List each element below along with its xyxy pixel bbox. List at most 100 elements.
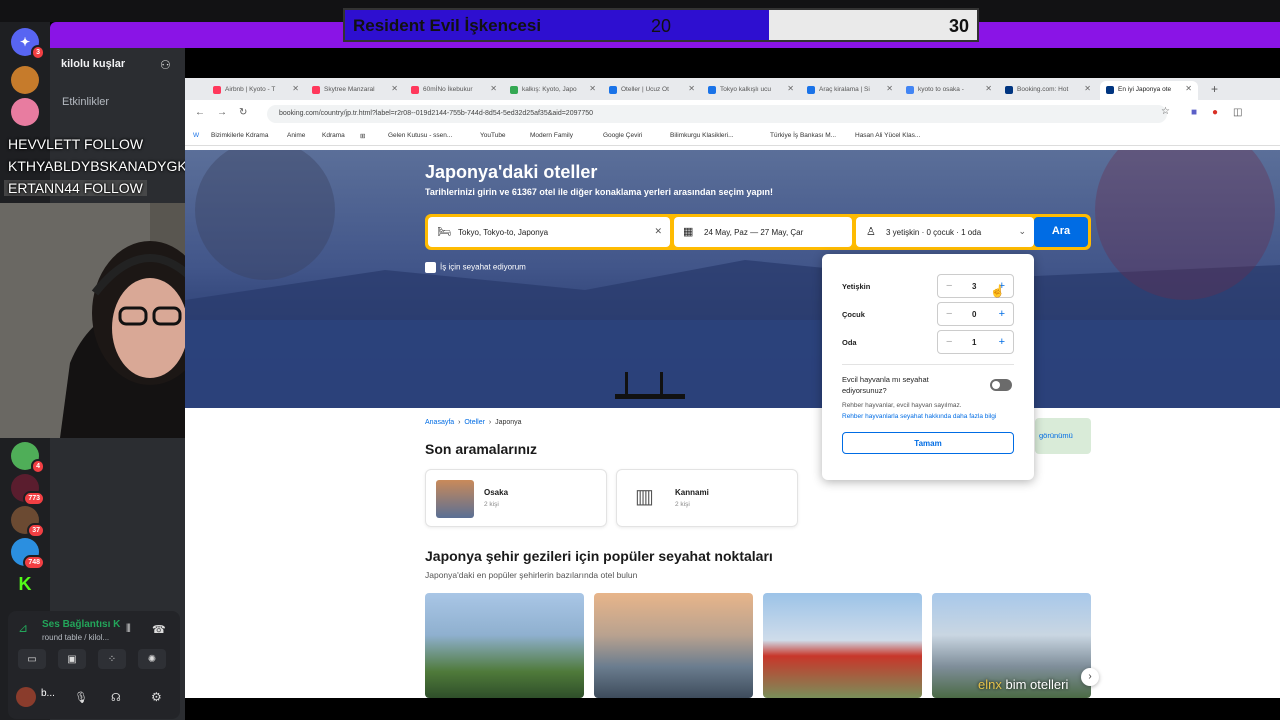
extensions-puzzle-icon[interactable]: ◫ [1233,107,1242,118]
destination-card[interactable] [594,593,753,698]
voice-channel-name[interactable]: round table / kilol... [42,633,109,642]
map-view-button[interactable]: görünümü [1035,418,1091,454]
bookmark-item[interactable]: Google Çeviri [603,132,642,139]
close-tab-icon[interactable]: ✕ [886,84,893,93]
done-button[interactable]: Tamam [842,432,1014,454]
bookmark-item[interactable]: Türkiye İş Bankası M... [770,132,836,139]
destination-field[interactable]: 🛏 Tokyo, Tokyo-to, Japonya ✕ [428,217,670,247]
tab-title: kyoto to osaka - [918,86,964,93]
kick-icon[interactable]: K [11,570,39,598]
recent-people: 2 kişi [675,501,690,508]
occupancy-field[interactable]: ♙ 3 yetişkin · 0 çocuk · 1 oda ⌄ [856,217,1034,247]
decrement-button[interactable]: − [946,280,952,292]
browser-tab[interactable]: Oteller | Ucuz Ot ✕ [603,81,701,100]
pet-toggle[interactable] [990,379,1012,391]
destination-value: Tokyo, Tokyo-to, Japonya [458,228,549,237]
tab-favicon [609,86,617,94]
recent-people: 2 kişi [484,501,499,508]
search-button[interactable]: Ara [1034,217,1088,247]
apps-grid-icon[interactable]: ⊞ [360,132,365,140]
recent-search-card[interactable]: Osaka 2 kişi [425,469,607,527]
microphone-icon[interactable]: 🎙 [74,691,88,704]
noise-icon[interactable]: ⦀ [126,623,131,636]
new-tab-icon[interactable]: + [1211,82,1218,96]
user-name[interactable]: b... [41,688,55,699]
server-icon[interactable]: 37 [11,506,45,538]
url-input[interactable]: booking.com/country/jp.tr.html?label=r2r… [267,105,1167,123]
bookmark-item[interactable]: Bilimkurgu Klasikleri... [670,132,734,139]
close-tab-icon[interactable]: ✕ [589,84,596,93]
pet-info-link[interactable]: Rehber hayvanlarla seyahat hakkında daha… [842,413,996,420]
disconnect-icon[interactable]: ☎ [152,623,166,636]
back-icon[interactable]: ← [195,107,205,118]
browser-tab-active[interactable]: En iyi Japonya ote ✕ [1100,81,1198,100]
server-icon[interactable]: 748 [11,538,45,570]
extension-icon[interactable]: ● [1212,107,1218,118]
bookmark-item[interactable]: Hasan Ali Yücel Klas... [855,132,920,139]
close-tab-icon[interactable]: ✕ [787,84,794,93]
follow-alert: HEVVLETT FOLLOW [8,136,144,152]
checkbox-icon[interactable] [425,262,436,273]
destination-card[interactable] [763,593,922,698]
clear-icon[interactable]: ✕ [654,226,662,237]
server-name[interactable]: kilolu kuşlar [61,58,125,70]
recent-city: Osaka [484,488,509,497]
discord-home-icon[interactable]: ✦ 3 [11,28,45,60]
bookmark-item[interactable]: Gelen Kutusu - ssen... [388,132,452,139]
browser-tab[interactable]: kyoto to osaka - ✕ [900,81,998,100]
tab-strip: Airbnb | Kyoto - T ✕ Skytree Manzaral ✕ 60… [185,78,1280,100]
browser-tab[interactable]: Araç kiralama | Si ✕ [801,81,899,100]
browser-tab[interactable]: 60mİNo İkebukur ✕ [405,81,503,100]
bookmark-icon[interactable]: W [193,132,199,139]
activities-button[interactable]: ⁘ [98,649,126,669]
business-trip-checkbox[interactable]: İş için seyahat ediyorum [425,262,526,273]
unread-badge: 37 [27,523,45,538]
close-tab-icon[interactable]: ✕ [490,84,497,93]
camera-off-button[interactable]: ▭ [18,649,46,669]
decrement-button[interactable]: − [946,336,952,348]
headphones-icon[interactable]: ☊ [111,691,121,704]
close-tab-icon[interactable]: ✕ [985,84,992,93]
browser-tab[interactable]: Booking.com: Hot ✕ [999,81,1097,100]
close-tab-icon[interactable]: ✕ [292,84,299,93]
carousel-next-icon[interactable]: › [1081,668,1099,686]
increment-button[interactable]: + [999,336,1005,348]
browser-tab[interactable]: Airbnb | Kyoto - T ✕ [207,81,305,100]
settings-gear-icon[interactable]: ⚙ [151,690,162,704]
bookmark-item[interactable]: Modern Family [530,132,573,139]
destination-card[interactable] [425,593,584,698]
reload-icon[interactable]: ↻ [239,107,247,118]
browser-tab[interactable]: Tokyo kalkışlı ucu ✕ [702,81,800,100]
bookmark-item[interactable]: Kdrama [322,132,345,139]
breadcrumb-hotels[interactable]: Oteller [464,419,485,426]
increment-button[interactable]: + [999,308,1005,320]
server-icon[interactable]: 773 [11,474,45,506]
forward-icon[interactable]: → [217,107,227,118]
voice-status[interactable]: Ses Bağlantısı K [42,619,120,630]
browser-tab[interactable]: Skytree Manzaral ✕ [306,81,404,100]
invite-people-icon[interactable]: ⚇ [160,58,171,72]
tab-favicon [312,86,320,94]
breadcrumb-home[interactable]: Anasayfa [425,419,454,426]
date-field[interactable]: ▦ 24 May, Paz — 27 May, Çar [674,217,852,247]
close-tab-icon[interactable]: ✕ [1185,84,1192,93]
decrement-button[interactable]: − [946,308,952,320]
server-icon[interactable] [11,98,39,126]
server-icon[interactable]: 4 [11,442,45,474]
soundboard-button[interactable]: ✺ [138,649,166,669]
unread-badge: 748 [23,555,45,570]
bookmark-star-icon[interactable]: ☆ [1161,106,1170,117]
avatar[interactable] [16,687,36,707]
recent-search-card[interactable]: ▥ Kannami 2 kişi [616,469,798,527]
bookmark-item[interactable]: Anime [287,132,305,139]
screen-share-button[interactable]: ▣ [58,649,86,669]
browser-tab[interactable]: kalkış: Kyoto, Japo ✕ [504,81,602,100]
close-tab-icon[interactable]: ✕ [688,84,695,93]
extension-icon[interactable]: ■ [1191,107,1197,118]
close-tab-icon[interactable]: ✕ [391,84,398,93]
close-tab-icon[interactable]: ✕ [1084,84,1091,93]
server-icon[interactable] [11,66,39,94]
bookmark-item[interactable]: Bizimkilerle Kdrama [211,132,268,139]
events-link[interactable]: Etkinlikler [62,96,109,108]
bookmark-item[interactable]: YouTube [480,132,506,139]
